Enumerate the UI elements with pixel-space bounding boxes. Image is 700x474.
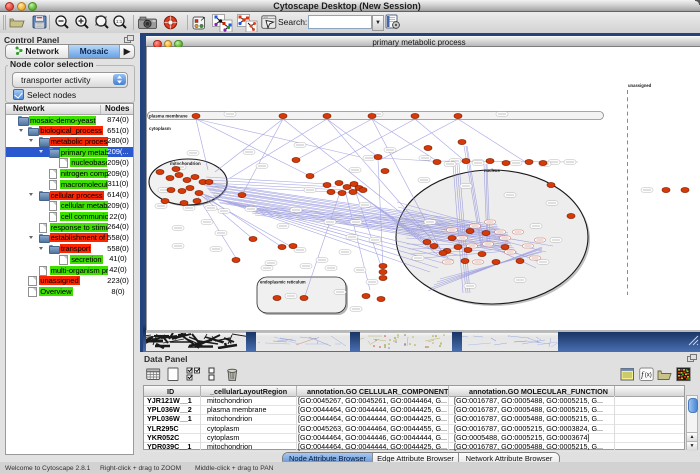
svg-text:endoplasmic reticulum: endoplasmic reticulum xyxy=(260,280,306,285)
svg-text:nucleus: nucleus xyxy=(484,168,500,173)
svg-text:plasma membrane: plasma membrane xyxy=(149,114,188,119)
svg-text:1:1: 1:1 xyxy=(116,19,123,24)
svg-text:unassigned: unassigned xyxy=(628,83,652,88)
svg-text:cytoplasm: cytoplasm xyxy=(149,126,171,131)
svg-text:(x): (x) xyxy=(645,373,652,379)
